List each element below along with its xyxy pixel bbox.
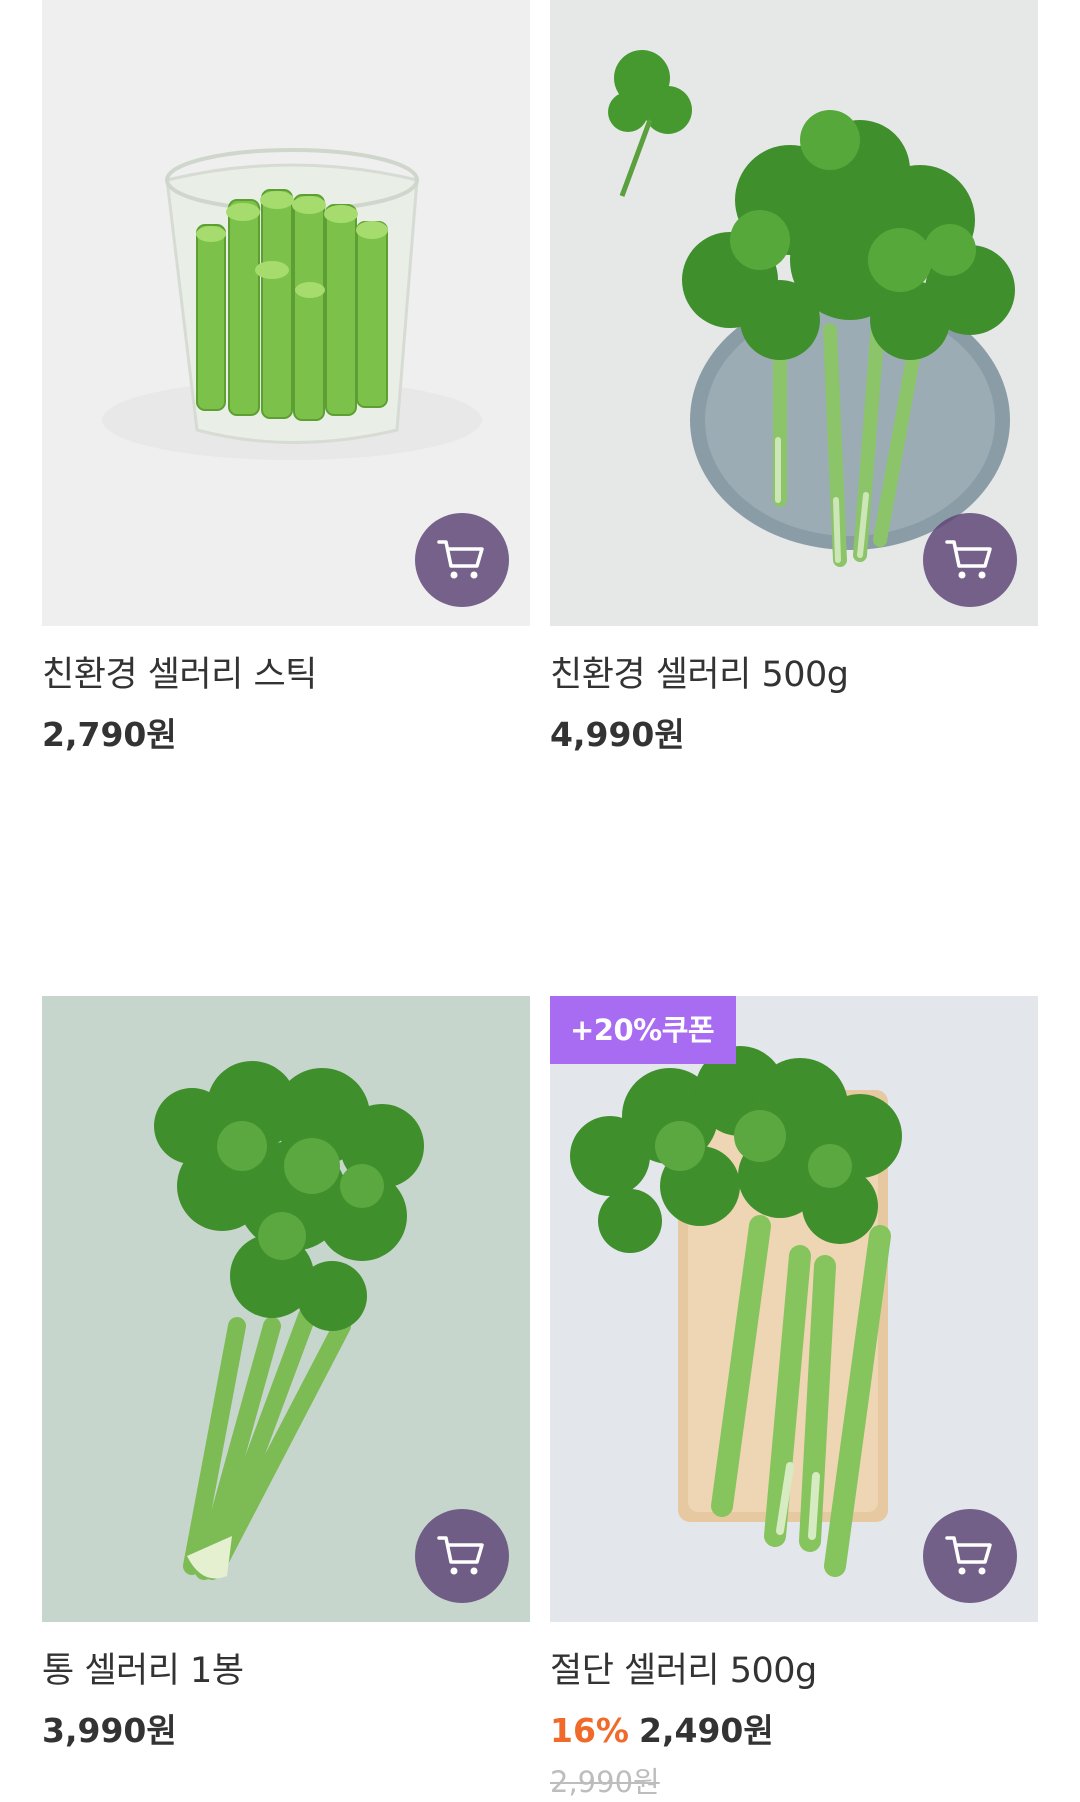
price-row: 2,790원	[42, 712, 530, 764]
add-to-cart-button[interactable]	[415, 1509, 509, 1603]
coupon-badge: +20%쿠폰	[550, 996, 737, 1064]
product-image[interactable]	[550, 0, 1038, 626]
cart-icon	[945, 1536, 992, 1575]
original-price: 2,990원	[550, 1765, 660, 1799]
product-name[interactable]: 친환경 셀러리 스틱	[42, 652, 530, 698]
cart-icon	[437, 1536, 484, 1575]
product-card[interactable]: 통 셀러리 1봉 3,990원	[42, 996, 530, 1760]
product-name[interactable]: 통 셀러리 1봉	[42, 1648, 530, 1694]
cart-icon	[945, 540, 992, 579]
product-image[interactable]	[42, 0, 530, 626]
price-row: 3,990원	[42, 1708, 530, 1760]
product-price: 2,490원	[639, 1711, 774, 1750]
product-card[interactable]: 친환경 셀러리 500g 4,990원	[550, 0, 1038, 764]
product-card[interactable]: 친환경 셀러리 스틱 2,790원	[42, 0, 530, 764]
add-to-cart-button[interactable]	[923, 1509, 1017, 1603]
cart-icon	[437, 540, 484, 579]
price-row: 4,990원	[550, 712, 1038, 764]
product-card[interactable]: +20%쿠폰 절단 셀러리 500g 16% 2,490원 2,990원	[550, 996, 1038, 1802]
add-to-cart-button[interactable]	[415, 513, 509, 607]
price-row: 16% 2,490원	[550, 1708, 1038, 1760]
product-grid: 친환경 셀러리 스틱 2,790원 친환경 셀러리 500g 4,990원 통 …	[0, 0, 1080, 1799]
add-to-cart-button[interactable]	[923, 513, 1017, 607]
product-image[interactable]	[42, 996, 530, 1622]
product-image[interactable]: +20%쿠폰	[550, 996, 1038, 1622]
product-name[interactable]: 친환경 셀러리 500g	[550, 652, 1038, 698]
product-price: 2,790원	[42, 715, 177, 754]
product-price: 3,990원	[42, 1711, 177, 1750]
product-name[interactable]: 절단 셀러리 500g	[550, 1648, 1038, 1694]
discount-rate: 16%	[550, 1711, 629, 1750]
product-price: 4,990원	[550, 715, 685, 754]
